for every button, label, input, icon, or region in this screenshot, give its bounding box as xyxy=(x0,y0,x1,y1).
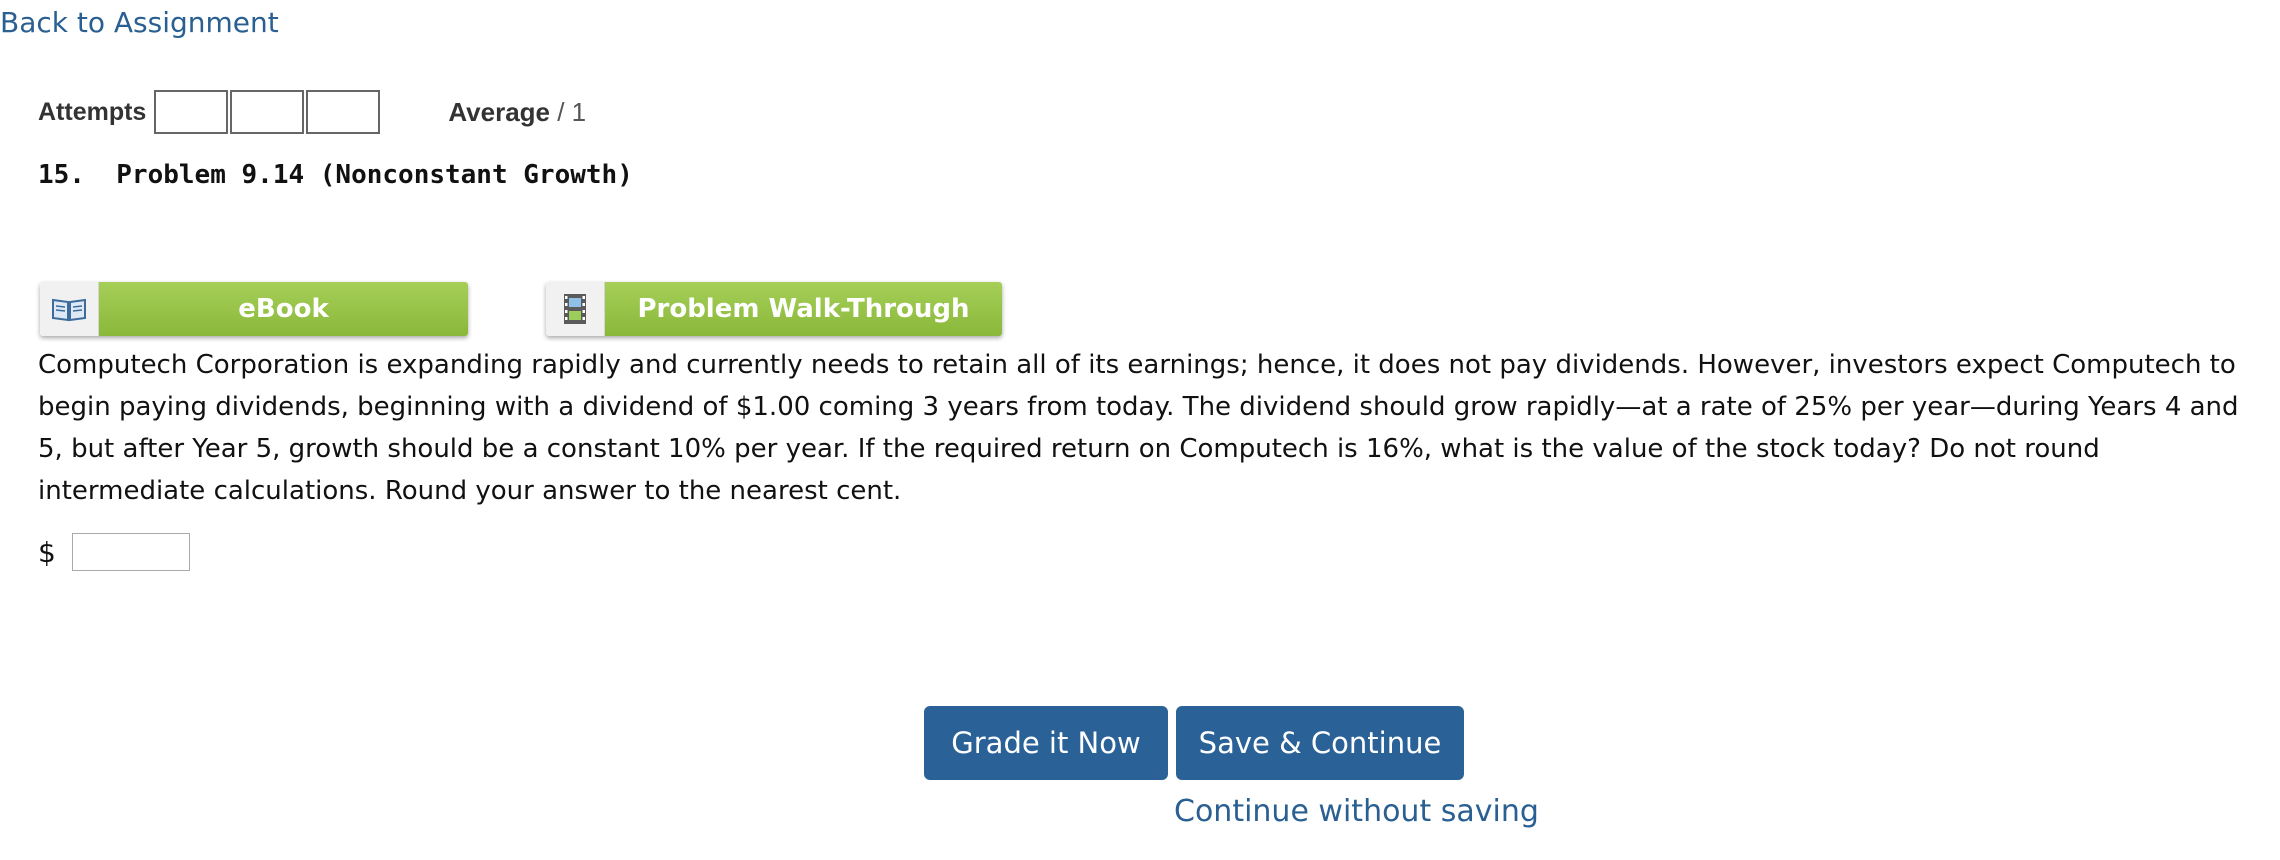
attempt-box-3 xyxy=(306,90,381,134)
problem-title: 15. Problem 9.14 (Nonconstant Growth) xyxy=(38,160,633,190)
average-label: Average xyxy=(448,96,550,127)
attempts-row: Attempts Average / 1 xyxy=(38,88,586,136)
attempt-box-1 xyxy=(154,90,229,134)
attempt-box-2 xyxy=(230,90,305,134)
problem-title-text: Problem 9.14 (Nonconstant Growth) xyxy=(116,160,633,190)
problem-statement: Computech Corporation is expanding rapid… xyxy=(38,350,2239,506)
save-and-continue-button[interactable]: Save & Continue xyxy=(1176,706,1464,780)
problem-walkthrough-button[interactable]: Problem Walk-Through xyxy=(546,282,1002,336)
continue-without-saving-link[interactable]: Continue without saving xyxy=(1174,794,1539,829)
attempts-label: Attempts xyxy=(38,97,147,126)
answer-input[interactable] xyxy=(71,533,190,571)
average-value: / 1 xyxy=(557,96,587,127)
film-icon xyxy=(546,282,605,336)
average-score: Average / 1 xyxy=(448,97,586,128)
ebook-button[interactable]: eBook xyxy=(40,282,468,336)
attempt-boxes xyxy=(154,90,382,134)
ebook-label: eBook xyxy=(99,282,468,336)
answer-row: $ xyxy=(38,533,190,571)
book-icon xyxy=(40,282,99,336)
grade-it-now-button[interactable]: Grade it Now xyxy=(924,706,1168,780)
currency-symbol: $ xyxy=(38,535,56,569)
back-to-assignment-link[interactable]: Back to Assignment xyxy=(0,6,279,39)
problem-walkthrough-label: Problem Walk-Through xyxy=(605,282,1002,336)
problem-number: 15. xyxy=(38,160,85,190)
